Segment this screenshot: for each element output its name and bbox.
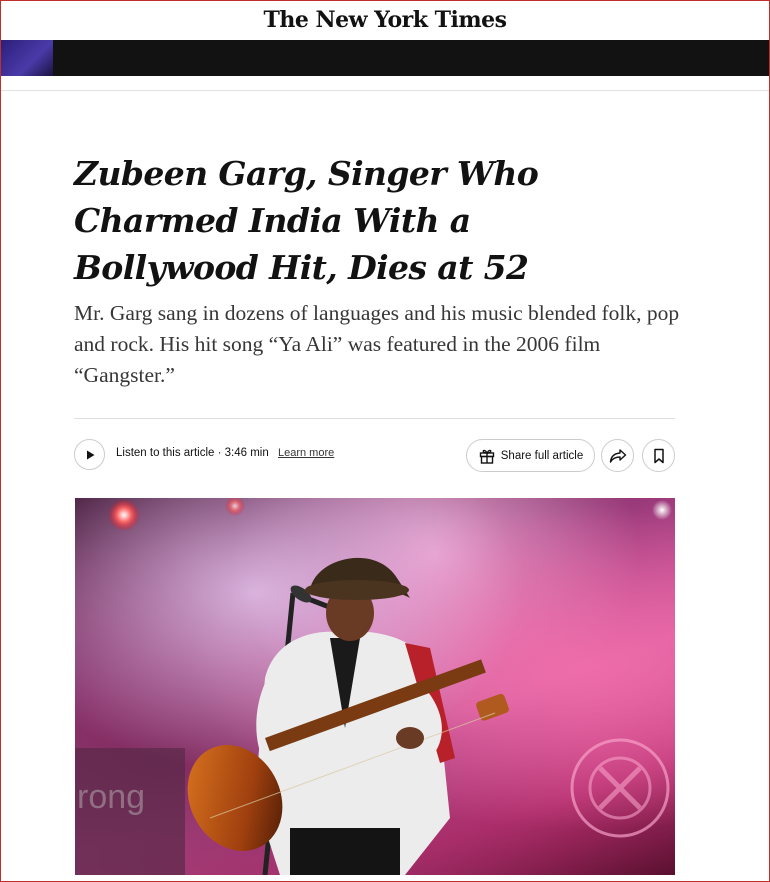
listen-info: Listen to this article · 3:46 min Learn … xyxy=(116,447,334,459)
play-button[interactable] xyxy=(74,439,105,470)
masthead: The New York Times xyxy=(0,0,770,40)
concert-photo-illustration: rong xyxy=(75,498,672,875)
share-label: Share full article xyxy=(500,449,584,462)
header-divider xyxy=(1,90,769,91)
article-photo[interactable]: rong xyxy=(75,498,675,875)
article-summary: Mr. Garg sang in dozens of languages and… xyxy=(74,301,680,387)
share-button[interactable] xyxy=(601,439,634,472)
ad-thumbnail[interactable] xyxy=(1,40,53,76)
share-full-article-button[interactable]: Share full article xyxy=(466,439,595,472)
summary-divider xyxy=(74,418,675,419)
learn-more-link[interactable]: Learn more xyxy=(278,447,334,459)
bookmark-icon xyxy=(653,448,664,463)
listen-label: Listen to this article · 3:46 min xyxy=(116,447,269,459)
play-icon xyxy=(86,450,94,459)
article-toolbar: Listen to this article · 3:46 min Learn … xyxy=(74,439,675,472)
article-headline: Zubeen Garg, Singer Who Charmed India Wi… xyxy=(74,154,539,287)
save-button[interactable] xyxy=(642,439,675,472)
stage-banner-text: rong xyxy=(77,778,145,816)
nyt-logo[interactable]: The New York Times xyxy=(263,7,507,33)
gift-icon xyxy=(479,449,494,464)
ad-banner[interactable] xyxy=(1,40,769,76)
share-arrow-icon xyxy=(609,448,626,463)
